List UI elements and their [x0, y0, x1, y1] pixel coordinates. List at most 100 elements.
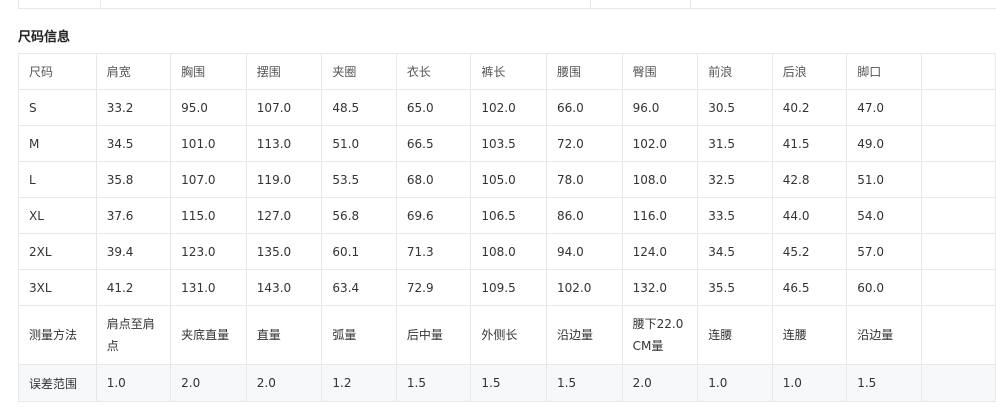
table-cell: 106.5 [470, 197, 548, 234]
column-header: 衣长 [395, 53, 472, 90]
table-row: XL 37.6 115.0 127.0 56.8 69.6 106.5 86.0 116.0 33… [18, 197, 996, 234]
table-cell: 131.0 [170, 269, 247, 306]
table-cell: 72.0 [546, 125, 623, 162]
table-cell: 109.5 [470, 269, 548, 306]
table-cell: 直量 [245, 305, 323, 365]
table-cell: 2.0 [621, 364, 699, 402]
table-cell: 33.5 [697, 197, 773, 234]
row-label-cell: XL [18, 197, 97, 234]
table-cell: 沿边量 [546, 305, 623, 365]
table-cell: 1.2 [321, 364, 397, 402]
table-cell: 102.0 [621, 125, 699, 162]
column-header: 裤长 [470, 53, 548, 90]
table-cell: 86.0 [546, 197, 623, 234]
table-cell: 2.0 [170, 364, 247, 402]
table-cell: 102.0 [470, 89, 548, 126]
table-cell: 连腰 [697, 305, 773, 365]
table-cell: 47.0 [846, 89, 922, 126]
table-cell: 1.5 [846, 364, 922, 402]
table-cell: 54.0 [846, 197, 922, 234]
column-header: 臀围 [621, 53, 699, 90]
table-cell: 53.5 [321, 161, 397, 198]
table-cell: 弧量 [321, 305, 397, 365]
table-cell: 肩点至肩点 [95, 305, 172, 365]
table-cell: 71.3 [395, 233, 472, 270]
table-cell: 96.0 [621, 89, 699, 126]
table-cell: 101.0 [170, 125, 247, 162]
table-cell: 1.5 [395, 364, 472, 402]
previous-table-stub [18, 0, 996, 9]
table-cell: 33.2 [95, 89, 172, 126]
table-cell: 后中量 [395, 305, 472, 365]
table-cell: 72.9 [395, 269, 472, 306]
column-header: 夹圈 [321, 53, 397, 90]
table-cell: 68.0 [395, 161, 472, 198]
table-cell: 102.0 [546, 269, 623, 306]
table-cell: 107.0 [245, 89, 323, 126]
table-cell: 44.0 [771, 197, 848, 234]
table-cell-overflow [920, 269, 996, 306]
table-row: L 35.8 107.0 119.0 53.5 68.0 105.0 78.0 108.0 32.… [18, 161, 996, 198]
column-header: 胸围 [170, 53, 247, 90]
table-row: S 33.2 95.0 107.0 48.5 65.0 102.0 66.0 96.0 30.5 4… [18, 89, 996, 126]
tolerance-row: 误差范围 1.0 2.0 2.0 1.2 1.5 1.5 1.5 2.0 1.0 1.0 1.5 [18, 364, 996, 402]
table-cell: 116.0 [621, 197, 699, 234]
table-cell: 108.0 [621, 161, 699, 198]
size-table: 尺码 肩宽 胸围 摆围 夹圈 衣长 裤长 腰围 臀围 前浪 后浪 脚口 S 33.2 95.0 107.0 4… [18, 53, 996, 402]
row-label-cell: M [18, 125, 97, 162]
table-cell: 48.5 [321, 89, 397, 126]
table-cell: 135.0 [245, 233, 323, 270]
table-cell: 1.5 [470, 364, 548, 402]
column-header-overflow [920, 53, 996, 90]
table-cell: 37.6 [95, 197, 172, 234]
table-cell: 69.6 [395, 197, 472, 234]
table-cell: 46.5 [771, 269, 848, 306]
section-title: 尺码信息 [18, 30, 71, 45]
table-cell: 60.1 [321, 233, 397, 270]
table-cell: 78.0 [546, 161, 623, 198]
column-header: 脚口 [846, 53, 922, 90]
table-cell: 115.0 [170, 197, 247, 234]
column-header: 摆围 [245, 53, 323, 90]
column-header: 腰围 [546, 53, 623, 90]
column-header: 后浪 [771, 53, 848, 90]
table-cell: 外侧长 [470, 305, 548, 365]
table-cell: 127.0 [245, 197, 323, 234]
table-cell: 腰下22.0CM量 [621, 305, 699, 365]
row-label-cell: 测量方法 [18, 305, 97, 365]
table-cell: 63.4 [321, 269, 397, 306]
column-header: 前浪 [697, 53, 773, 90]
table-cell: 34.5 [95, 125, 172, 162]
table-cell: 119.0 [245, 161, 323, 198]
table-cell: 132.0 [621, 269, 699, 306]
table-cell-overflow [920, 125, 996, 162]
table-cell: 49.0 [846, 125, 922, 162]
row-label-cell: L [18, 161, 97, 198]
row-label-cell: 误差范围 [18, 364, 97, 402]
table-cell: 143.0 [245, 269, 323, 306]
row-label-cell: 3XL [18, 269, 97, 306]
table-cell-overflow [920, 89, 996, 126]
table-cell: 65.0 [395, 89, 472, 126]
table-cell: 41.2 [95, 269, 172, 306]
row-label-cell: S [18, 89, 97, 126]
table-cell: 1.5 [546, 364, 623, 402]
table-cell-overflow [920, 305, 996, 365]
table-cell: 105.0 [470, 161, 548, 198]
table-cell: 35.8 [95, 161, 172, 198]
table-cell: 66.5 [395, 125, 472, 162]
table-cell: 1.0 [771, 364, 848, 402]
column-header: 尺码 [18, 53, 97, 90]
page: 尺码信息 尺码 肩宽 胸围 摆围 夹圈 衣长 裤长 腰围 臀围 前浪 后浪 脚口 S 33.2 95.0 1… [0, 0, 996, 413]
table-cell: 103.5 [470, 125, 548, 162]
table-cell-overflow [920, 161, 996, 198]
table-cell: 94.0 [546, 233, 623, 270]
table-cell: 107.0 [170, 161, 247, 198]
table-cell: 113.0 [245, 125, 323, 162]
table-cell: 51.0 [846, 161, 922, 198]
table-cell: 42.8 [771, 161, 848, 198]
table-cell: 2.0 [245, 364, 323, 402]
table-cell: 123.0 [170, 233, 247, 270]
table-cell: 108.0 [470, 233, 548, 270]
table-cell-overflow [920, 197, 996, 234]
